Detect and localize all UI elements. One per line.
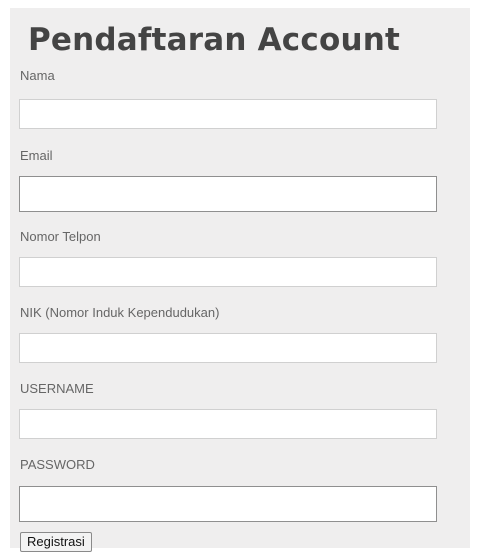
nik-input[interactable] <box>19 333 437 363</box>
phone-input[interactable] <box>19 257 437 287</box>
label-nik: NIK (Nomor Induk Kependudukan) <box>20 305 220 320</box>
nama-input[interactable] <box>19 99 437 129</box>
label-username: USERNAME <box>20 381 94 396</box>
username-input[interactable] <box>19 409 437 439</box>
registrasi-button[interactable]: Registrasi <box>20 532 92 552</box>
label-email: Email <box>20 148 53 163</box>
password-input[interactable] <box>19 486 437 522</box>
label-nama: Nama <box>20 68 55 83</box>
email-input[interactable] <box>19 176 437 212</box>
form-title: Pendaftaran Account <box>28 22 401 58</box>
label-nomor-telpon: Nomor Telpon <box>20 229 101 244</box>
label-password: PASSWORD <box>20 457 95 472</box>
